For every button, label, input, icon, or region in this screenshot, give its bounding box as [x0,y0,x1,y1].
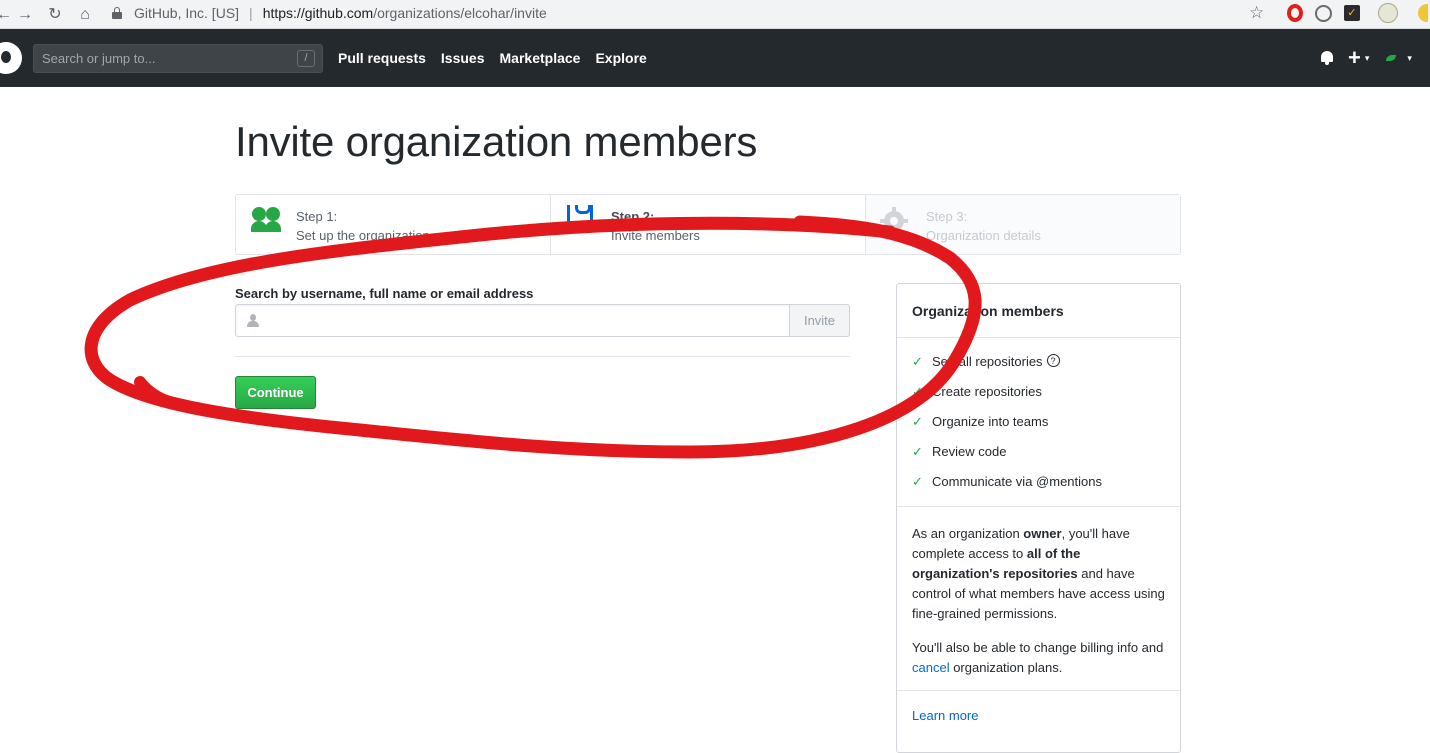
jersey-icon [567,205,593,229]
red-circle-annotation [84,215,982,459]
billing-text-1: You'll also be able to change billing in… [912,640,1164,655]
back-button[interactable]: ← [0,0,12,29]
home-button[interactable]: ⌂ [70,0,100,29]
step-3: Step 3: Organization details [866,195,1180,254]
permission-label: Review code [932,444,1007,459]
extension-icons: ✓ [1287,3,1428,23]
address-bar[interactable]: GitHub, Inc. [US] | https://github.com/o… [112,2,1282,24]
header-actions: + ▾ ▾ [1320,47,1412,69]
opera-extension-icon[interactable] [1287,4,1303,22]
steps-progress: Step 1: Set up the organization Step 2: … [235,194,1181,255]
step-1-subtitle: Set up the organization [296,228,430,243]
permission-label: Create repositories [932,384,1042,399]
help-question-icon[interactable]: ? [1046,354,1060,367]
step-2: Step 2: Invite members [551,195,866,254]
people-icon [250,207,282,235]
billing-text-2: organization plans. [949,660,1063,675]
continue-button[interactable]: Continue [235,376,316,409]
cancel-link[interactable]: cancel [912,660,950,675]
owner-text-1: As an organization [912,526,1024,541]
nav-explore[interactable]: Explore [595,50,646,66]
permission-item: ✓ Review code [912,444,1180,474]
leaf-extension-icon[interactable] [1378,3,1398,23]
owner-description: As an organization owner, you'll have co… [897,507,1180,691]
permission-list: ✓ See all repositories? ✓ Create repositor… [897,338,1180,507]
step-1-title: Step 1: [296,209,338,224]
create-new-plus-icon[interactable]: + [1348,47,1361,69]
learn-more-section: Learn more [897,691,1180,723]
step-3-title: Step 3: [926,209,968,224]
step-2-subtitle: Invite members [611,228,700,243]
check-icon: ✓ [912,354,923,369]
permission-item: ✓ See all repositories? [912,354,1180,384]
notifications-bell-icon[interactable] [1320,50,1334,66]
user-menu-caret-icon[interactable]: ▾ [1407,53,1412,64]
check-icon: ✓ [912,474,923,489]
permission-item: ✓ Communicate via @mentions [912,474,1180,504]
permission-label: Organize into teams [932,414,1049,429]
invite-button[interactable]: Invite [789,304,850,337]
profile-extension-icon[interactable] [1418,4,1428,22]
browser-toolbar: ← → ↻ ⌂ GitHub, Inc. [US] | https://gith… [0,0,1430,29]
step-2-title: Step 2: [611,209,655,224]
global-search-input[interactable] [42,51,282,66]
circle-extension-icon[interactable] [1315,4,1332,22]
check-icon: ✓ [912,444,923,459]
check-icon: ✓ [912,384,923,399]
bookmark-star-icon[interactable]: ☆ [1249,3,1264,23]
create-new-caret-icon[interactable]: ▾ [1365,53,1370,64]
member-search-input[interactable] [266,311,786,329]
url-path: /organizations/elcohar/invite [373,5,547,21]
site-identity[interactable]: GitHub, Inc. [US] [134,5,239,21]
nav-pull-requests[interactable]: Pull requests [338,50,426,66]
url-separator: | [249,5,253,21]
slash-shortcut-hint: / [297,50,315,67]
person-icon [247,314,259,328]
check-icon: ✓ [912,414,923,429]
owner-paragraph: As an organization owner, you'll have co… [912,524,1165,624]
member-search-field[interactable]: Invite [235,304,850,337]
learn-more-link[interactable]: Learn more [912,708,978,723]
lock-icon [112,7,122,19]
nav-marketplace[interactable]: Marketplace [500,50,581,66]
reload-button[interactable]: ↻ [40,0,70,29]
user-avatar[interactable] [1383,48,1404,68]
header-nav: Pull requests Issues Marketplace Explore [338,50,647,66]
gear-icon [880,207,908,235]
github-header: / Pull requests Issues Marketplace Explo… [0,29,1430,87]
url-host: https://github.com [262,5,374,21]
member-search-label: Search by username, full name or email a… [235,286,534,301]
owner-emphasis: owner [1023,526,1062,541]
billing-paragraph: You'll also be able to change billing in… [912,638,1165,678]
permission-label: See all repositories [932,354,1043,369]
organization-members-info: Organization members ✓ See all repositori… [896,283,1181,753]
step-3-subtitle: Organization details [926,228,1041,243]
nav-issues[interactable]: Issues [441,50,485,66]
step-1: Step 1: Set up the organization [236,195,551,254]
check-extension-icon[interactable]: ✓ [1344,5,1360,21]
form-divider [235,356,850,357]
forward-button[interactable]: → [10,0,40,29]
sidebar-title: Organization members [897,284,1180,338]
permission-label: Communicate via @mentions [932,474,1102,489]
url-text[interactable]: https://github.com/organizations/elcohar… [263,5,547,21]
page-title: Invite organization members [235,118,758,165]
permission-item: ✓ Create repositories [912,384,1180,414]
permission-item: ✓ Organize into teams [912,414,1180,444]
github-logo-icon[interactable] [0,42,22,74]
global-search[interactable]: / [33,44,323,73]
